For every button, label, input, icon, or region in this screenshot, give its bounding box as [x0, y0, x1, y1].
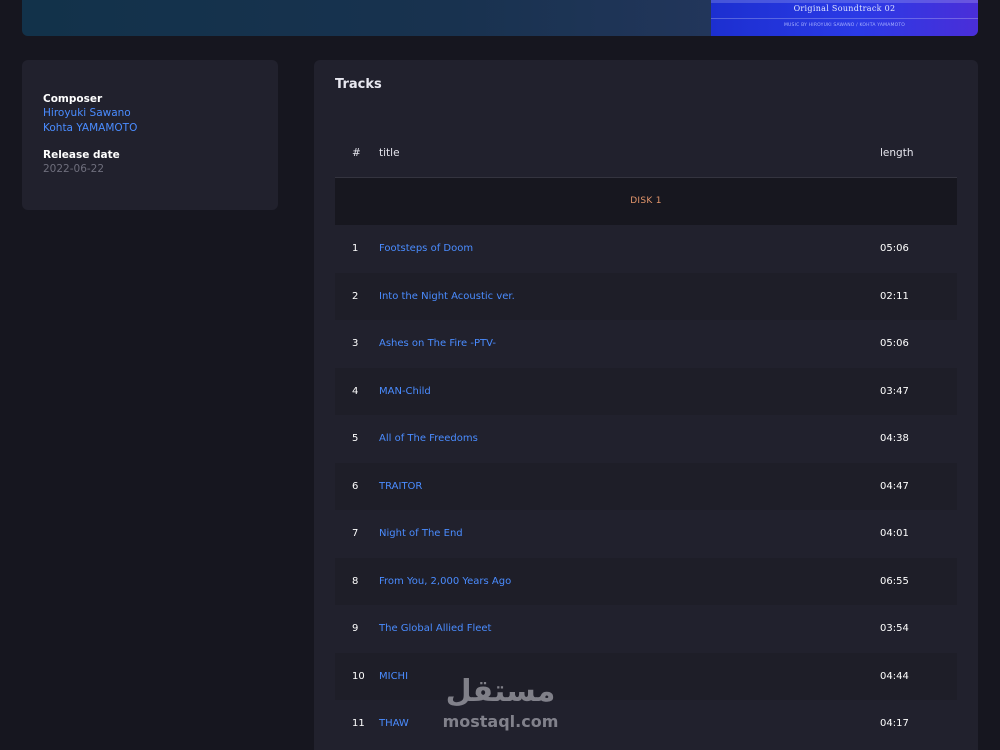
track-number: 5: [352, 433, 359, 444]
track-number: 9: [352, 623, 359, 634]
tracks-heading: Tracks: [335, 77, 382, 92]
cover-top-band: [711, 0, 978, 3]
release-date-value: 2022-06-22: [43, 163, 105, 175]
header-length: length: [880, 147, 914, 159]
track-row[interactable]: 9 The Global Allied Fleet 03:54: [335, 605, 957, 653]
track-row[interactable]: 5 All of The Freedoms 04:38: [335, 415, 957, 463]
track-length: 04:44: [880, 670, 909, 682]
track-length: 05:06: [880, 338, 909, 349]
track-row[interactable]: 3 Ashes on The Fire -PTV- 05:06: [335, 320, 957, 368]
track-row[interactable]: 4 MAN-Child 03:47: [335, 367, 957, 415]
track-row[interactable]: 2 Into the Night Acoustic ver. 02:11: [335, 272, 957, 320]
track-row[interactable]: 11 THAW 04:17: [335, 700, 957, 748]
album-hero-banner: Original Soundtrack 02 MUSIC BY HIROYUKI…: [22, 0, 978, 36]
track-length: 02:11: [880, 290, 909, 302]
track-row[interactable]: 8 From You, 2,000 Years Ago 06:55: [335, 557, 957, 605]
track-row[interactable]: 7 Night of The End 04:01: [335, 510, 957, 558]
track-number: 7: [352, 528, 359, 539]
track-title-link[interactable]: THAW: [379, 718, 409, 729]
track-length: 04:38: [880, 433, 909, 444]
track-length: 06:55: [880, 575, 909, 587]
album-cover-art[interactable]: Original Soundtrack 02 MUSIC BY HIROYUKI…: [711, 0, 978, 36]
release-date-label: Release date: [43, 149, 120, 161]
disk-label: DISK 1: [335, 178, 957, 225]
composer-label: Composer: [43, 93, 103, 105]
composer-link-1[interactable]: Hiroyuki Sawano: [43, 106, 278, 121]
track-length: 05:06: [880, 243, 909, 254]
track-title-link[interactable]: All of The Freedoms: [379, 433, 478, 444]
track-row[interactable]: 1 Footsteps of Doom 05:06: [335, 225, 957, 273]
track-row[interactable]: 10 MICHI 04:44: [335, 652, 957, 700]
track-number: 11: [352, 718, 365, 729]
track-length: 03:54: [880, 623, 909, 634]
track-title-link[interactable]: From You, 2,000 Years Ago: [379, 576, 511, 587]
track-number: 8: [352, 575, 359, 587]
composer-link-2[interactable]: Kohta YAMAMOTO: [43, 121, 278, 136]
track-title-link[interactable]: Ashes on The Fire -PTV-: [379, 338, 496, 349]
tracks-table-header: # title length: [335, 130, 957, 178]
track-title-link[interactable]: Into the Night Acoustic ver.: [379, 291, 515, 302]
track-length: 04:47: [880, 480, 909, 492]
track-title-link[interactable]: Footsteps of Doom: [379, 243, 473, 254]
cover-divider: [711, 18, 978, 19]
track-rows: 1 Footsteps of Doom 05:06 2 Into the Night A…: [335, 225, 957, 748]
track-number: 1: [352, 243, 359, 254]
track-number: 10: [352, 670, 365, 682]
header-number: #: [352, 147, 361, 159]
track-length: 04:01: [880, 528, 909, 539]
track-length: 03:47: [880, 385, 909, 397]
track-number: 3: [352, 338, 359, 349]
track-title-link[interactable]: Night of The End: [379, 528, 463, 539]
album-info-card: Composer Hiroyuki Sawano Kohta YAMAMOTO …: [22, 60, 278, 210]
track-row[interactable]: 6 TRAITOR 04:47: [335, 462, 957, 510]
tracks-table: # title length DISK 1 1 Footsteps of Doom…: [335, 130, 957, 748]
track-number: 4: [352, 385, 359, 397]
track-number: 6: [352, 480, 359, 492]
cover-subtitle: MUSIC BY HIROYUKI SAWANO / KOHTA YAMAMOT…: [783, 23, 906, 28]
tracks-card: Tracks # title length DISK 1 1 Footsteps …: [314, 60, 978, 750]
track-title-link[interactable]: The Global Allied Fleet: [379, 623, 491, 634]
track-title-link[interactable]: MAN-Child: [379, 386, 431, 397]
track-title-link[interactable]: TRAITOR: [379, 481, 422, 492]
track-length: 04:17: [880, 718, 909, 729]
header-title: title: [379, 147, 400, 159]
cover-title: Original Soundtrack 02: [793, 4, 896, 13]
track-number: 2: [352, 290, 359, 302]
track-title-link[interactable]: MICHI: [379, 671, 408, 682]
